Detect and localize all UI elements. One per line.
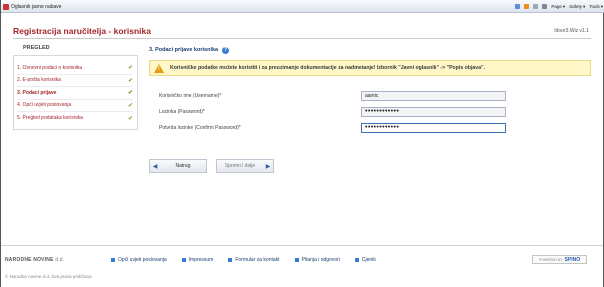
tools-menu[interactable]: Tools ▾ <box>589 4 603 10</box>
powered-by-brand: SPINO <box>564 256 581 263</box>
sidebar-step-label: 3. Podaci prijave <box>17 89 57 96</box>
sidebar-step-label: 5. Pregled podataka korisnika <box>17 115 83 122</box>
next-button-label: Spremi i dalje <box>224 163 256 169</box>
info-warning-banner: ! Korisničke podatke možete koristiti i … <box>149 60 591 76</box>
check-icon: ✔ <box>127 65 133 72</box>
footer-link-pricelist[interactable]: Cjenik <box>354 257 376 263</box>
form-section: 3. Podaci prijave korisnika ? ! Korisnič… <box>149 45 591 173</box>
mail-button[interactable] <box>533 4 539 9</box>
bullet-icon <box>354 258 359 262</box>
arrow-right-icon: ▶ <box>265 163 271 170</box>
footer-link-label: Pitanja i odgovori <box>301 257 340 263</box>
form-row-confirm-password: Potvrda lozinke (Confirm Password)* <box>149 121 591 134</box>
help-icon[interactable]: ? <box>222 46 230 54</box>
check-icon: ✔ <box>127 77 133 84</box>
username-input[interactable] <box>361 90 506 101</box>
form-row-username: Korisničko ime (Username)* <box>149 89 591 102</box>
footer-divider <box>1 245 603 246</box>
browser-tab-title: Oglasnik javne nabave <box>11 3 62 10</box>
save-and-next-button[interactable]: Spremi i dalje ▶ <box>216 159 274 173</box>
safety-menu-label: Safety <box>569 4 582 9</box>
sidebar-step-4[interactable]: 4. Opći uvjeti poslovanja ✔ <box>17 100 133 112</box>
page-content: Registracija naručitelja - korisnika Ido… <box>1 14 603 232</box>
check-icon: ✔ <box>127 90 133 97</box>
sidebar-step-1[interactable]: 1. Osnovni podaci o korisniku ✔ <box>17 62 133 75</box>
print-icon <box>542 4 548 9</box>
mail-icon <box>533 4 539 9</box>
confirm-password-label: Potvrda lozinke (Confirm Password)* <box>159 124 241 131</box>
form-row-password: Lozinka (Password)* <box>149 105 591 118</box>
password-input[interactable] <box>361 106 506 117</box>
sidebar-step-2[interactable]: 2. E-pošta korisnika ✔ <box>17 75 133 87</box>
page-title: Registracija naručitelja - korisnika <box>13 26 151 36</box>
back-button-label: Natrag <box>175 163 191 169</box>
sidebar-step-label: 2. E-pošta korisnika <box>17 77 61 84</box>
sidebar-step-label: 4. Opći uvjeti poslovanja <box>17 102 72 109</box>
site-favicon-icon <box>3 3 9 10</box>
wizard-version: Idoor3.Wiz v1.1 <box>554 28 589 34</box>
footer: NARODNE NOVINE d.d. Opći uvjeti poslovan… <box>1 254 603 266</box>
browser-toolbar: Oglasnik javne nabave Page ▾ Safety ▾ To… <box>1 0 604 13</box>
brand-suffix: d.d. <box>55 257 65 263</box>
brand-name: NARODNE NOVINE <box>5 257 54 263</box>
warning-text: Korisničke podatke možete koristiti i za… <box>170 65 485 71</box>
sidebar-step-3[interactable]: 3. Podaci prijave ✔ <box>17 87 133 100</box>
check-icon: ✔ <box>127 115 133 122</box>
browser-tab[interactable]: Oglasnik javne nabave <box>3 2 62 11</box>
bullet-icon <box>181 258 186 262</box>
login-form: Korisničko ime (Username)* Lozinka (Pass… <box>149 89 591 134</box>
bullet-icon <box>294 258 299 262</box>
home-icon <box>515 4 521 9</box>
footer-link-contact[interactable]: Formular za kontakt <box>228 257 280 263</box>
footer-link-label: Formular za kontakt <box>235 257 280 263</box>
rss-icon <box>524 4 530 9</box>
footer-link-label: Cjenik <box>361 257 376 263</box>
back-button[interactable]: ◀ Natrag <box>149 159 207 173</box>
footer-link-label: Opći uvjeti poslovanja <box>118 257 167 263</box>
footer-brand: NARODNE NOVINE d.d. <box>1 257 111 263</box>
check-icon: ✔ <box>127 102 133 109</box>
footer-link-impressum[interactable]: Impressum <box>181 257 214 263</box>
arrow-left-icon: ◀ <box>152 163 158 170</box>
section-title-text: 3. Podaci prijave korisnika <box>149 47 219 53</box>
footer-link-label: Impressum <box>188 257 214 263</box>
print-button[interactable] <box>542 4 548 9</box>
username-label: Korisničko ime (Username)* <box>159 92 222 99</box>
sidebar-step-5[interactable]: 5. Pregled podataka korisnika ✔ <box>17 112 133 125</box>
feeds-button[interactable] <box>524 4 530 9</box>
bullet-icon <box>111 258 115 262</box>
tools-menu-label: Tools <box>589 4 600 9</box>
footer-link-faq[interactable]: Pitanja i odgovori <box>294 257 340 263</box>
powered-by-badge[interactable]: POWERED BY SPINO <box>532 255 587 264</box>
wizard-sidebar: PREGLED 1. Osnovni podaci o korisniku ✔ … <box>13 45 138 138</box>
footer-link-terms[interactable]: Opći uvjeti poslovanja <box>111 257 167 263</box>
sidebar-step-label: 1. Osnovni podaci o korisniku <box>17 64 83 71</box>
confirm-password-input[interactable] <box>361 122 506 133</box>
password-label: Lozinka (Password)* <box>159 108 205 115</box>
copyright-text: © Narodne novine d.d. Sva prava pridržan… <box>5 274 92 279</box>
wizard-nav-buttons: ◀ Natrag Spremi i dalje ▶ <box>149 159 274 173</box>
section-title: 3. Podaci prijave korisnika ? <box>149 45 591 55</box>
home-button[interactable] <box>515 4 521 9</box>
warning-icon: ! <box>154 63 164 73</box>
safety-menu[interactable]: Safety ▾ <box>569 4 585 10</box>
title-divider <box>13 38 591 39</box>
page-menu[interactable]: Page ▾ <box>551 4 565 10</box>
bullet-icon <box>228 258 233 262</box>
powered-by-label: POWERED BY <box>538 257 563 262</box>
page-menu-label: Page <box>551 4 562 9</box>
browser-tools: Page ▾ Safety ▾ Tools ▾ <box>515 2 603 11</box>
sidebar-steps: 1. Osnovni podaci o korisniku ✔ 2. E-poš… <box>13 55 138 130</box>
sidebar-title: PREGLED <box>23 45 50 51</box>
